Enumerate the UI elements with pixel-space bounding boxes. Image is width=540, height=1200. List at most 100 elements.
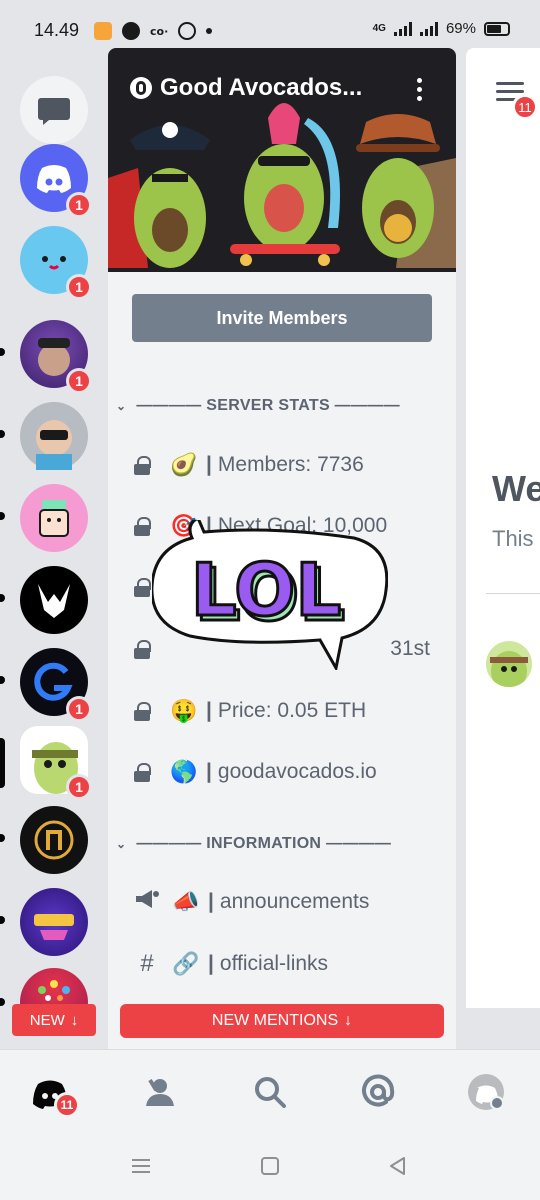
- co-notification-icon: co·: [150, 24, 169, 38]
- boost-level-icon: [130, 77, 152, 99]
- lock-icon: [134, 640, 151, 659]
- new-mentions-button[interactable]: NEW MENTIONS ↓: [120, 1004, 444, 1038]
- server-badge: 1: [66, 274, 92, 300]
- status-time: 14.49: [34, 20, 80, 40]
- system-navigation-bar: [0, 1133, 540, 1200]
- new-unread-button[interactable]: NEW ↓: [12, 1004, 96, 1036]
- category-label: ———— INFORMATION ————: [136, 835, 392, 852]
- channel-separator: |: [206, 453, 212, 476]
- direct-messages-button[interactable]: [20, 76, 88, 144]
- welcome-heading: We: [492, 468, 540, 509]
- invite-members-button[interactable]: Invite Members: [132, 294, 432, 342]
- vr-avatar-icon: [36, 420, 72, 470]
- back-icon[interactable]: [388, 1156, 408, 1176]
- unread-indicator: [0, 676, 5, 684]
- server-vr[interactable]: [20, 402, 88, 470]
- unread-indicator: [0, 834, 5, 842]
- server-ape[interactable]: 1: [20, 320, 92, 394]
- app-notification-icon: [94, 22, 112, 40]
- friends-icon: [146, 1078, 174, 1106]
- server-rail: 1 1 1 1 1: [0, 64, 108, 1049]
- unread-indicator: [0, 348, 5, 356]
- server-discord[interactable]: 1: [20, 144, 92, 218]
- channel-name: Price: 0.05 ETH: [217, 699, 367, 722]
- channel-emoji: 🔗: [172, 951, 200, 976]
- recent-apps-icon[interactable]: [130, 1157, 152, 1175]
- server-g[interactable]: 1: [20, 648, 92, 722]
- hash-locked-icon: #: [140, 950, 154, 977]
- server-badge: 1: [66, 368, 92, 394]
- server-name[interactable]: Good Avocados...: [130, 74, 362, 102]
- server-metaverse[interactable]: [20, 888, 88, 956]
- more-options-icon[interactable]: [417, 78, 422, 101]
- chat-preview[interactable]: 11 We This: [466, 48, 540, 1008]
- new-label: NEW: [29, 1011, 65, 1029]
- lock-icon: [134, 517, 151, 536]
- channel-emoji: 🥑: [170, 452, 198, 477]
- server-smiley[interactable]: 1: [20, 226, 92, 300]
- category-information[interactable]: ⌄ ———— INFORMATION ————: [116, 832, 391, 856]
- server-pink-nft[interactable]: [20, 484, 88, 552]
- announcement-locked-icon: [134, 888, 160, 917]
- channel-announcements[interactable]: 📣 | announcements: [134, 882, 444, 922]
- metaverse-logo-icon: [34, 914, 74, 940]
- bottom-navigation: 11: [0, 1049, 540, 1133]
- channel-website[interactable]: 🌎 | goodavocados.io: [134, 752, 444, 792]
- avatar[interactable]: [486, 641, 532, 687]
- channel-emoji: 🌎: [170, 759, 198, 784]
- server-good-avocados[interactable]: 1: [20, 726, 92, 800]
- status-right: 4G 69%: [373, 20, 510, 37]
- channel-official-links[interactable]: # 🔗 | official-links: [134, 944, 444, 984]
- chat-bubble-icon: [38, 98, 70, 125]
- server-title: Good Avocados...: [160, 74, 363, 101]
- nft-avatar-icon: [39, 500, 69, 537]
- rhino-logo-icon: [38, 584, 70, 618]
- server-gold-emblem[interactable]: [20, 806, 88, 874]
- category-label: ———— SERVER STATS ————: [136, 397, 400, 414]
- channel-separator: |: [208, 890, 214, 913]
- server-banner[interactable]: Good Avocados...: [108, 48, 456, 272]
- arrow-down-icon: ↓: [70, 1011, 79, 1029]
- friends-tab[interactable]: [142, 1072, 182, 1112]
- network-type: 4G: [372, 23, 386, 34]
- channel-name: announcements: [219, 890, 370, 913]
- server-badge: 1: [66, 696, 92, 722]
- category-server-stats[interactable]: ⌄ ———— SERVER STATS ————: [116, 394, 400, 418]
- server-badge: 1: [66, 774, 92, 800]
- home-button-icon[interactable]: [260, 1156, 280, 1176]
- lock-icon: [134, 763, 151, 782]
- search-icon: [255, 1077, 286, 1108]
- emblem-logo-icon: [34, 820, 74, 860]
- channel-price[interactable]: 🤑 | Price: 0.05 ETH: [134, 691, 444, 731]
- mentions-icon: [362, 1074, 395, 1107]
- active-server-indicator: [0, 738, 5, 788]
- unread-indicator: [0, 998, 5, 1006]
- new-mentions-label: NEW MENTIONS: [211, 1012, 339, 1029]
- signal-2-icon: [419, 21, 438, 36]
- lock-icon: [134, 456, 151, 475]
- channel-members[interactable]: 🥑 | Members: 7736: [134, 445, 444, 485]
- channel-name: goodavocados.io: [217, 760, 377, 783]
- server-rhino[interactable]: [20, 566, 88, 634]
- channel-separator: |: [208, 952, 214, 975]
- notification-icons: co·: [94, 22, 213, 40]
- more-dot-icon: [206, 28, 213, 34]
- lock-icon: [134, 578, 151, 597]
- channel-separator: |: [206, 699, 212, 722]
- profile-tab[interactable]: [466, 1072, 506, 1112]
- battery-icon: [484, 21, 510, 36]
- threads-notification-icon: [122, 22, 140, 40]
- whatsapp-notification-icon: [178, 22, 197, 40]
- menu-badge: 11: [512, 94, 538, 120]
- lol-text: LOL: [191, 548, 341, 632]
- channel-emoji: 🤑: [170, 698, 198, 723]
- chevron-down-icon: ⌄: [116, 837, 127, 851]
- arrow-down-icon: ↓: [344, 1012, 353, 1029]
- search-tab[interactable]: [250, 1072, 290, 1112]
- chevron-down-icon: ⌄: [116, 399, 127, 413]
- server-badge: 1: [66, 192, 92, 218]
- divider: [486, 593, 540, 594]
- unread-indicator: [0, 916, 5, 924]
- mentions-tab[interactable]: [358, 1072, 398, 1112]
- lock-icon: [134, 702, 151, 721]
